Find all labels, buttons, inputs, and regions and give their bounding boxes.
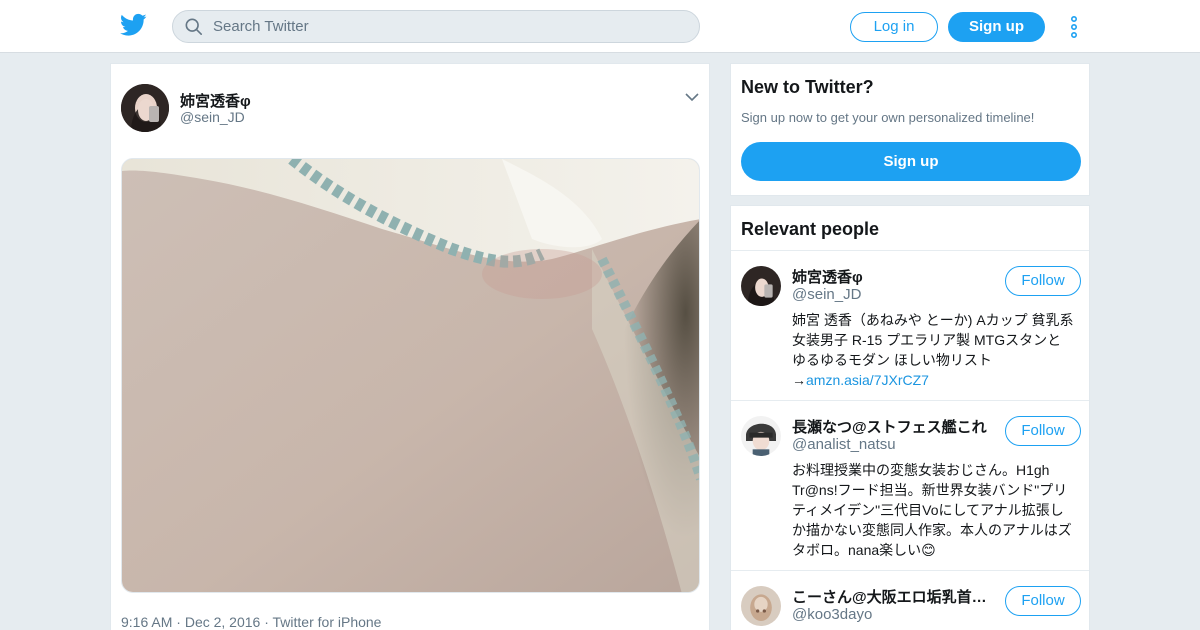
tweet-photo[interactable] <box>121 158 700 593</box>
tweet-metadata: 9:16 AM · Dec 2, 2016 · Twitter for iPho… <box>121 614 381 630</box>
tweet-time[interactable]: 9:16 AM <box>121 614 172 630</box>
more-vertical-icon[interactable] <box>1068 16 1080 38</box>
twitter-bird-icon[interactable] <box>120 13 147 37</box>
person-bio: お料理授業中の変態女装おじさん。H1gh Tr@ns!フード担当。新世界女装バン… <box>792 462 1072 558</box>
person-name[interactable]: 姉宮透香φ <box>792 266 992 287</box>
author-avatar[interactable] <box>121 84 169 132</box>
person-avatar[interactable] <box>741 586 781 626</box>
relevant-people-card: Relevant people 姉宮透香φ @sein_JD Follow 姉宮… <box>730 205 1090 630</box>
author-name[interactable]: 姉宮透香φ <box>180 90 251 111</box>
relevant-people-title: Relevant people <box>741 219 880 239</box>
divider <box>731 400 1089 401</box>
person-handle[interactable]: @koo3dayo <box>792 606 872 623</box>
bio-link[interactable]: amzn.asia/7JXrCZ7 <box>806 372 929 388</box>
search-box[interactable] <box>172 10 700 43</box>
separator-dot: · <box>264 614 273 630</box>
signup-large-button[interactable]: Sign up <box>741 142 1081 181</box>
follow-button[interactable]: Follow <box>1005 416 1081 446</box>
follow-button[interactable]: Follow <box>1005 586 1081 616</box>
follow-button[interactable]: Follow <box>1005 266 1081 296</box>
tweet-source[interactable]: Twitter for iPhone <box>273 614 382 630</box>
signup-button[interactable]: Sign up <box>948 12 1045 42</box>
new-to-twitter-title: New to Twitter? <box>741 77 874 97</box>
tweet-date[interactable]: Dec 2, 2016 <box>185 614 261 630</box>
divider <box>731 570 1089 571</box>
search-input[interactable] <box>213 11 683 42</box>
person-name[interactable]: 長瀬なつ@ストフェス艦これ <box>792 416 992 437</box>
separator-dot: · <box>176 614 185 630</box>
chevron-down-icon[interactable] <box>685 92 699 102</box>
person-handle[interactable]: @sein_JD <box>792 286 861 303</box>
top-navigation-bar: Log in Sign up <box>0 0 1200 53</box>
search-icon <box>185 18 203 36</box>
person-avatar[interactable] <box>741 416 781 456</box>
person-handle[interactable]: @analist_natsu <box>792 436 896 453</box>
author-handle[interactable]: @sein_JD <box>180 109 245 125</box>
login-button[interactable]: Log in <box>850 12 938 42</box>
tweet-card: 姉宮透香φ @sein_JD 9:16 AM · Dec 2, 2016 · T… <box>110 63 710 630</box>
new-to-twitter-subtitle: Sign up now to get your own personalized… <box>741 110 1035 125</box>
divider <box>731 250 1089 251</box>
new-to-twitter-card: New to Twitter? Sign up now to get your … <box>730 63 1090 196</box>
person-name[interactable]: こーさん@大阪エロ垢乳首開発 <box>792 586 992 607</box>
person-avatar[interactable] <box>741 266 781 306</box>
person-bio: 姉宮 透香（あねみや とーか) Aカップ 貧乳系女装男子 R-15 プエラリア製… <box>792 310 1074 390</box>
